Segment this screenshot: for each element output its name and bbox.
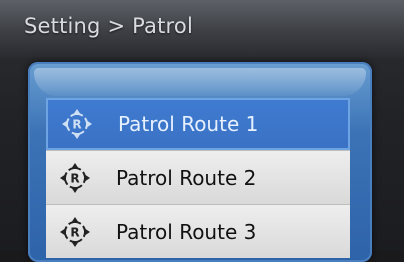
panel-highlight (34, 68, 366, 96)
route-label: Patrol Route 2 (116, 165, 257, 190)
patrol-route-icon: R (60, 216, 90, 247)
patrol-route-list: R Patrol Route 1 R Patrol Route 2 R Patr… (46, 98, 350, 258)
svg-text:R: R (70, 225, 79, 239)
title-bar: Setting > Patrol (0, 0, 404, 58)
patrol-route-icon: R (62, 109, 92, 139)
list-item-patrol-route-1[interactable]: R Patrol Route 1 (46, 98, 350, 150)
breadcrumb: Setting > Patrol (24, 14, 194, 38)
list-item-patrol-route-3[interactable]: R Patrol Route 3 (46, 204, 350, 258)
svg-text:R: R (72, 118, 81, 132)
list-item-patrol-route-2[interactable]: R Patrol Route 2 (46, 150, 350, 204)
svg-text:R: R (70, 171, 79, 185)
route-label: Patrol Route 3 (116, 219, 257, 244)
route-label: Patrol Route 1 (118, 112, 259, 136)
patrol-route-icon: R (60, 162, 90, 193)
